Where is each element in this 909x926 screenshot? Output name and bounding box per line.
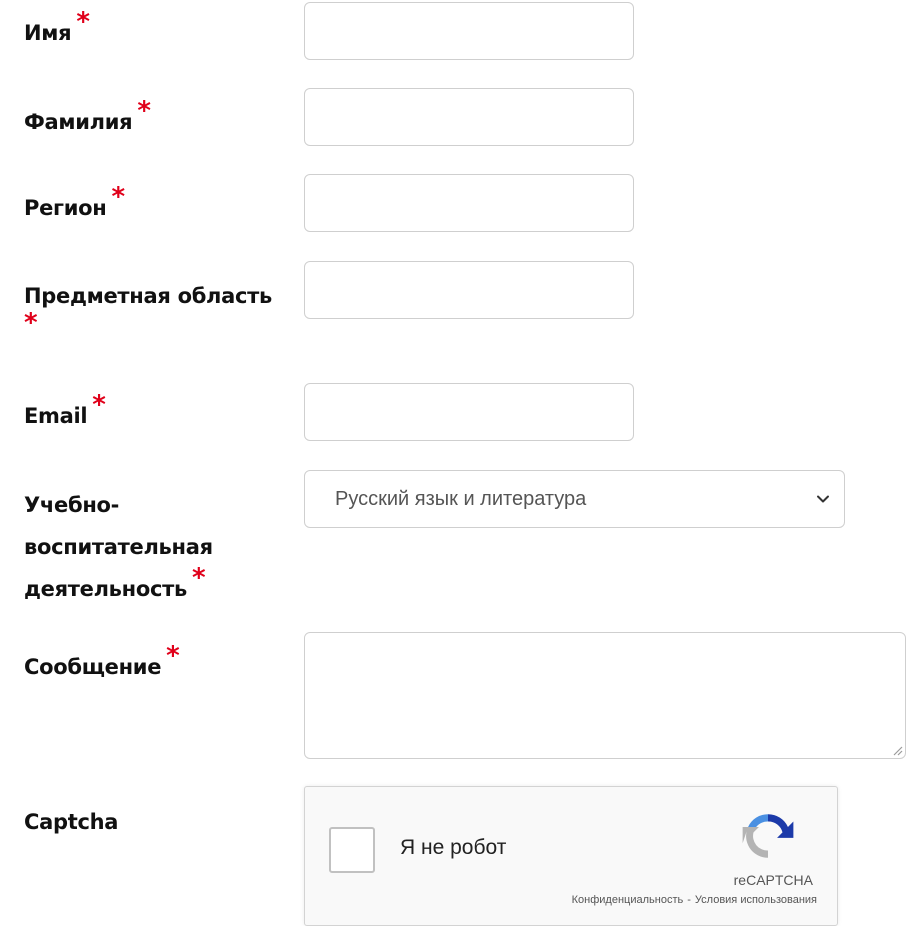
terms-link[interactable]: Условия использования <box>695 894 817 906</box>
required-marker: * <box>137 96 151 126</box>
first-name-label-text: Имя <box>24 21 72 45</box>
captcha-label: Captcha <box>24 803 286 841</box>
required-marker: * <box>76 7 90 37</box>
last-name-label-text: Фамилия <box>24 110 133 134</box>
email-label-text: Email <box>24 404 88 428</box>
chevron-down-icon <box>817 495 829 503</box>
message-textarea[interactable] <box>304 632 906 759</box>
recaptcha-links: Конфиденциальность - Условия использования <box>572 893 817 907</box>
activity-label-line: деятельность <box>24 577 187 601</box>
subject-area-input[interactable] <box>304 261 634 319</box>
region-label-text: Регион <box>24 196 107 220</box>
required-marker: * <box>192 563 206 593</box>
recaptcha-widget: Я не робот reCAPTCHA Конфиденциальность -… <box>304 786 838 926</box>
message-label-text: Сообщение <box>24 655 162 679</box>
last-name-label: Фамилия * <box>24 98 286 141</box>
activity-label-line: воспитательная <box>24 535 213 559</box>
activity-label: Учебно- воспитательная деятельность * <box>24 484 286 610</box>
first-name-input[interactable] <box>304 2 634 60</box>
required-marker: * <box>92 390 106 420</box>
email-label: Email * <box>24 392 286 435</box>
subject-area-label: Предметная область * <box>24 284 273 338</box>
required-marker: * <box>166 641 180 671</box>
email-input[interactable] <box>304 383 634 441</box>
last-name-input[interactable] <box>304 88 634 146</box>
activity-select[interactable]: Русский язык и литература <box>304 470 845 528</box>
recaptcha-logo-icon <box>742 814 794 858</box>
recaptcha-brand: reCAPTCHA <box>733 872 813 888</box>
message-label: Сообщение * <box>24 643 286 686</box>
resize-grip-icon[interactable] <box>891 744 903 756</box>
subject-area-label-text: Предметная область <box>24 284 273 308</box>
region-label: Регион * <box>24 184 286 227</box>
region-input[interactable] <box>304 174 634 232</box>
privacy-link[interactable]: Конфиденциальность <box>572 894 684 906</box>
activity-select-value: Русский язык и литература <box>335 488 587 510</box>
recaptcha-checkbox[interactable] <box>329 827 375 873</box>
first-name-label: Имя * <box>24 9 286 52</box>
activity-label-line: Учебно- <box>24 493 120 517</box>
links-separator: - <box>687 894 691 906</box>
required-marker: * <box>111 182 125 212</box>
recaptcha-checkbox-label: Я не робот <box>400 836 507 859</box>
captcha-label-text: Captcha <box>24 810 119 834</box>
